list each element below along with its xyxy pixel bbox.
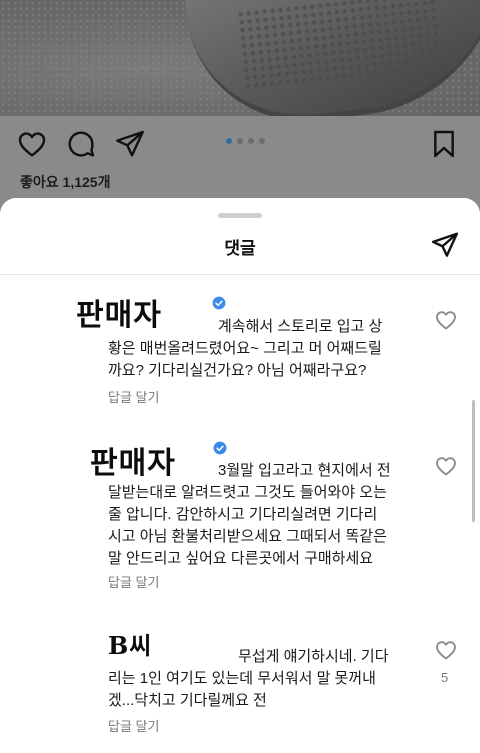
bookmark-icon[interactable]: [428, 128, 460, 160]
reply-button[interactable]: 답글 달기: [108, 572, 159, 591]
comments-sheet: 댓글 판매자 계속해서 스토리로 입고 상 황은 매번올려드렸어요~ 그리고 머…: [0, 198, 480, 753]
carousel-indicator: [226, 138, 265, 144]
heart-icon[interactable]: [434, 638, 458, 662]
scrollbar[interactable]: [472, 400, 475, 522]
reply-button[interactable]: 답글 달기: [108, 716, 159, 735]
carousel-dot: [248, 138, 254, 144]
post-photo: [0, 0, 480, 116]
likes-count[interactable]: 좋아요 1,125개: [20, 172, 110, 192]
share-icon[interactable]: [430, 230, 460, 260]
like-count: 5: [441, 670, 449, 685]
sheet-divider: [0, 274, 480, 275]
comment-text: 계속해서 스토리로 입고 상 황은 매번올려드렸어요~ 그리고 머 어째드릴 까…: [108, 318, 383, 379]
carousel-dot: [259, 138, 265, 144]
sheet-title: 댓글: [224, 239, 256, 258]
send-icon[interactable]: [114, 128, 146, 160]
heart-icon[interactable]: [434, 308, 458, 332]
reply-button[interactable]: 답글 달기: [108, 387, 159, 406]
comment-text: 무섭게 얘기하시네. 기다 리는 1인 여기도 있는데 무서워서 말 못꺼내 겠…: [108, 648, 389, 709]
comment-text: 3월말 입고라고 현지에서 전 달받는대로 알려드렷고 그것도 들어와야 오는 …: [108, 462, 391, 567]
carousel-dot-active: [226, 138, 232, 144]
sheet-grabber[interactable]: [218, 213, 262, 218]
comment-icon[interactable]: [65, 128, 97, 160]
verified-badge-icon: [213, 441, 227, 455]
verified-badge-icon: [212, 296, 226, 310]
post-action-bar: [0, 116, 480, 172]
carousel-dot: [237, 138, 243, 144]
heart-icon[interactable]: [434, 454, 458, 478]
heart-icon[interactable]: [16, 128, 48, 160]
